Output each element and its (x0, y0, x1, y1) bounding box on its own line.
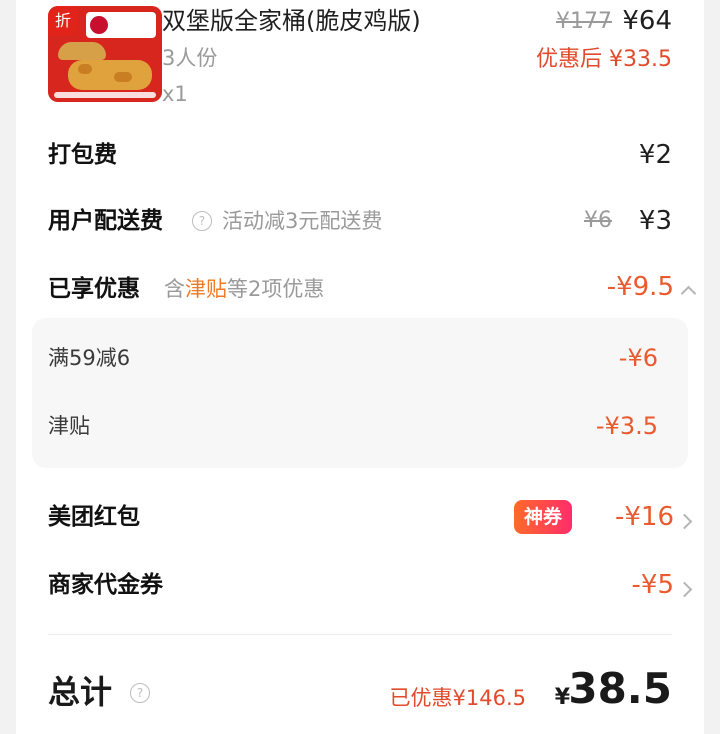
packing-fee-label: 打包费 (48, 142, 117, 168)
delivery-fee-value: ¥3 (638, 206, 672, 236)
delivery-help-icon[interactable]: ? (192, 210, 212, 231)
discounts-summary-prefix: 含 (164, 277, 185, 301)
discount-item-value: -¥3.5 (595, 412, 658, 440)
order-summary-card: 折 双堡版全家桶(脆皮鸡版) 3人份 x1 ¥177 ¥64 优惠后 ¥33.5… (16, 0, 704, 734)
chevron-up-icon (680, 285, 697, 302)
product-after-discount-price: 优惠后 ¥33.5 (536, 47, 672, 72)
total-help-icon[interactable]: ? (130, 682, 150, 703)
merchant-voucher-label: 商家代金券 (48, 572, 163, 598)
discounts-summary-highlight: 津贴 (185, 277, 227, 301)
burger-image (58, 42, 106, 60)
collapse-discounts-toggle[interactable] (680, 284, 697, 303)
bucket-image (86, 12, 156, 38)
red-packet-row[interactable]: 美团红包 神券 -¥16 (16, 494, 704, 542)
product-price: ¥64 (622, 6, 672, 36)
discounts-label: 已享优惠 (48, 276, 140, 302)
divider (48, 634, 672, 635)
product-title: 双堡版全家桶(脆皮鸡版) (162, 7, 421, 35)
delivery-fee-label: 用户配送费 (48, 208, 163, 234)
product-quantity: x1 (162, 82, 188, 106)
merchant-voucher-row[interactable]: 商家代金券 -¥5 (16, 562, 704, 610)
discount-item-label: 津贴 (48, 414, 90, 438)
product-servings: 3人份 (162, 46, 218, 70)
discount-item-label: 满59减6 (48, 346, 131, 370)
total-amount: 38.5 (568, 664, 672, 713)
chicken-image (68, 60, 152, 90)
image-footnote (54, 92, 156, 98)
product-original-price: ¥177 (556, 9, 612, 34)
discounts-total-value: -¥9.5 (606, 272, 674, 302)
merchant-voucher-value: -¥5 (631, 570, 674, 600)
discount-tag: 折 (48, 6, 78, 36)
discounts-summary-suffix: 等2项优惠 (227, 277, 325, 301)
chevron-right-icon (676, 512, 693, 531)
total-saved: 已优惠¥146.5 (389, 686, 526, 710)
delivery-fee-note: 活动减3元配送费 (222, 209, 383, 233)
discount-item-value: -¥6 (618, 344, 658, 372)
red-packet-label: 美团红包 (48, 504, 140, 530)
packing-fee-value: ¥2 (638, 140, 672, 170)
delivery-fee-original: ¥6 (584, 208, 612, 233)
discounts-summary: 含津贴等2项优惠 (164, 274, 324, 304)
total-label: 总计 (48, 673, 113, 711)
chevron-right-icon (676, 580, 693, 599)
red-packet-value: -¥16 (614, 502, 674, 532)
product-thumbnail[interactable]: 折 (48, 6, 162, 102)
discount-details-panel: 满59减6 -¥6 津贴 -¥3.5 (32, 318, 688, 468)
super-coupon-badge: 神券 (514, 500, 573, 534)
